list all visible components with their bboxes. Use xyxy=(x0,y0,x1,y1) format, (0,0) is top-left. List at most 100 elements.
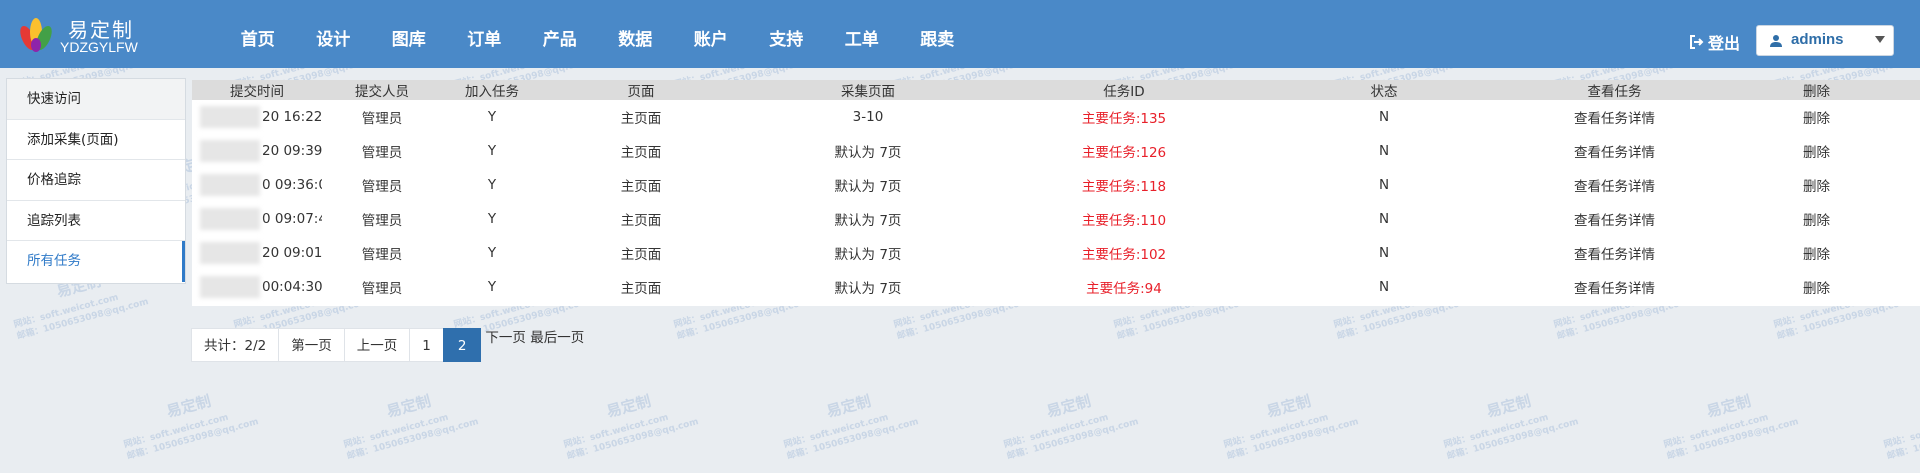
nav-home[interactable]: 首页 xyxy=(220,0,296,68)
redacted-blur xyxy=(200,174,260,196)
logout-icon xyxy=(1690,35,1704,49)
watermark-text: 邮箱：1050653098@qq.com xyxy=(1005,415,1139,462)
watermark-tile: 易定制网站：soft.weicot.com邮箱：1050653098@qq.co… xyxy=(342,392,479,462)
first-page-button[interactable]: 第一页 xyxy=(278,328,345,362)
nav-data[interactable]: 数据 xyxy=(598,0,674,68)
watermark-text: 网站：soft.weicot.com xyxy=(122,411,229,450)
logo[interactable]: 易定制 YDZGYLFW xyxy=(12,12,142,60)
logout-label: 登出 xyxy=(1708,34,1741,53)
watermark-tile: 易定制网站：soft.weicot.com邮箱：1050653098@qq.co… xyxy=(1442,392,1579,462)
watermark-text: 易定制 xyxy=(825,392,873,421)
task-id-cell: 主要任务:94 xyxy=(1086,281,1162,297)
submit-time: 20 09:39:22 xyxy=(262,143,322,159)
watermark-text: 网站：soft.weicot.com xyxy=(1442,411,1549,450)
watermark-tile: 易定制网站：soft.weicot.com邮箱：1050653098@qq.co… xyxy=(1662,392,1799,462)
watermark-text: 易定制 xyxy=(605,392,653,421)
watermark-text: 网站：soft.weicot.com xyxy=(1222,411,1329,450)
page-2-button[interactable]: 2 xyxy=(442,328,482,362)
column-header: 删除 xyxy=(1803,84,1830,100)
page-total: 共计：2/2 xyxy=(191,328,280,362)
watermark-text: 易定制 xyxy=(1705,392,1753,421)
task-table-panel: 提交时间 提交人员 加入任务 页面 采集页面 任务ID 状态 查看任务 删除 2… xyxy=(192,80,1920,306)
view-task-link[interactable]: 查看任务详情 xyxy=(1516,202,1713,236)
delete-link[interactable]: 删除 xyxy=(1713,134,1920,168)
page-cell: 主页面 xyxy=(620,213,662,229)
view-task-link[interactable]: 查看任务详情 xyxy=(1516,100,1713,134)
submit-time-cell: 0 09:36:06 xyxy=(192,168,322,202)
watermark-text: 网站：soft.weicot.com xyxy=(12,291,119,330)
joined-cell: Y xyxy=(487,143,497,159)
main-nav: 首页 设计 图库 订单 产品 数据 账户 支持 工单 跟卖 xyxy=(220,0,975,68)
submitter-cell: 管理员 xyxy=(361,281,403,297)
column-header: 状态 xyxy=(1370,84,1398,100)
delete-link[interactable]: 删除 xyxy=(1713,202,1920,236)
logout-button[interactable]: 登出 xyxy=(1688,30,1740,54)
page-cell: 主页面 xyxy=(620,111,662,127)
submitter-cell: 管理员 xyxy=(361,247,403,263)
collect-pages-cell: 默认为 7页 xyxy=(834,179,902,195)
watermark-tile: 易定制网站：soft.weicot.com邮箱：1050653098@qq.co… xyxy=(562,392,699,462)
sidebar-item-all-tasks[interactable]: 所有任务 xyxy=(7,241,185,282)
table-row: 00:04:30 管理员 Y 主页面 默认为 7页 主要任务:94 N 查看任务… xyxy=(192,270,1920,304)
submit-time-cell: 20 09:39:22 xyxy=(192,134,322,168)
watermark-text: 易定制 xyxy=(165,392,213,421)
status-cell: N xyxy=(1378,109,1390,125)
page-cell: 主页面 xyxy=(620,247,662,263)
view-task-link[interactable]: 查看任务详情 xyxy=(1516,168,1713,202)
sidebar-item-quick-access[interactable]: 快速访问 xyxy=(7,79,185,120)
next-last-links[interactable]: 下一页 最后一页 xyxy=(483,328,586,362)
delete-link[interactable]: 删除 xyxy=(1713,270,1920,304)
logo-subtitle: YDZGYLFW xyxy=(60,39,138,55)
task-id-cell: 主要任务:110 xyxy=(1081,213,1167,229)
status-cell: N xyxy=(1378,143,1390,159)
chevron-down-icon xyxy=(1875,36,1885,43)
user-dropdown[interactable]: admins xyxy=(1756,25,1894,56)
redacted-blur xyxy=(200,208,260,230)
watermark-text: 网站：soft.weicot.com xyxy=(1662,411,1769,450)
submit-time: 0 09:36:06 xyxy=(262,177,322,193)
page-1-button[interactable]: 1 xyxy=(409,328,444,362)
status-cell: N xyxy=(1378,245,1390,261)
column-header: 任务ID xyxy=(1103,84,1145,100)
watermark-text: 网站：soft.weicot.com xyxy=(342,411,449,450)
watermark-text: 易定制 xyxy=(1485,392,1533,421)
nav-account[interactable]: 账户 xyxy=(673,0,749,68)
sidebar-item-price-track[interactable]: 价格追踪 xyxy=(7,160,185,201)
submitter-cell: 管理员 xyxy=(361,111,403,127)
task-id-cell: 主要任务:102 xyxy=(1081,247,1167,263)
view-task-link[interactable]: 查看任务详情 xyxy=(1516,134,1713,168)
page-cell: 主页面 xyxy=(620,179,662,195)
sidebar-item-add-collect[interactable]: 添加采集(页面) xyxy=(7,120,185,160)
column-header: 采集页面 xyxy=(841,84,895,100)
nav-products[interactable]: 产品 xyxy=(522,0,598,68)
delete-link[interactable]: 删除 xyxy=(1713,168,1920,202)
delete-link[interactable]: 删除 xyxy=(1713,236,1920,270)
watermark-text: 易定制 xyxy=(1045,392,1093,421)
table-header-row: 提交时间 提交人员 加入任务 页面 采集页面 任务ID 状态 查看任务 删除 xyxy=(192,80,1920,100)
submit-time: 0 09:07:44 xyxy=(262,211,322,227)
prev-page-button[interactable]: 上一页 xyxy=(343,328,411,362)
table-row: 20 09:39:22 管理员 Y 主页面 默认为 7页 主要任务:126 N … xyxy=(192,134,1920,168)
view-task-link[interactable]: 查看任务详情 xyxy=(1516,236,1713,270)
task-table: 提交时间 提交人员 加入任务 页面 采集页面 任务ID 状态 查看任务 删除 2… xyxy=(192,80,1920,304)
nav-tickets[interactable]: 工单 xyxy=(824,0,900,68)
submit-time: 20 09:01:36 xyxy=(262,245,322,261)
sidebar-item-track-list[interactable]: 追踪列表 xyxy=(7,201,185,241)
nav-support[interactable]: 支持 xyxy=(749,0,825,68)
watermark-text: 易定制 xyxy=(385,392,433,421)
nav-orders[interactable]: 订单 xyxy=(447,0,523,68)
submit-time-cell: 0 09:07:44 xyxy=(192,202,322,236)
page-cell: 主页面 xyxy=(620,281,662,297)
watermark-text: 邮箱：1050653098@qq.com xyxy=(345,415,479,462)
task-id-cell: 主要任务:135 xyxy=(1081,111,1167,127)
nav-gallery[interactable]: 图库 xyxy=(371,0,447,68)
nav-follow-sell[interactable]: 跟卖 xyxy=(900,0,976,68)
view-task-link[interactable]: 查看任务详情 xyxy=(1516,270,1713,304)
table-row: 20 16:22:40 管理员 Y 主页面 3-10 主要任务:135 N 查看… xyxy=(192,100,1920,134)
delete-link[interactable]: 删除 xyxy=(1713,100,1920,134)
collect-pages-cell: 默认为 7页 xyxy=(834,145,902,161)
column-header: 加入任务 xyxy=(465,84,519,100)
page-cell: 主页面 xyxy=(620,145,662,161)
nav-design[interactable]: 设计 xyxy=(296,0,372,68)
column-header: 页面 xyxy=(627,84,655,100)
